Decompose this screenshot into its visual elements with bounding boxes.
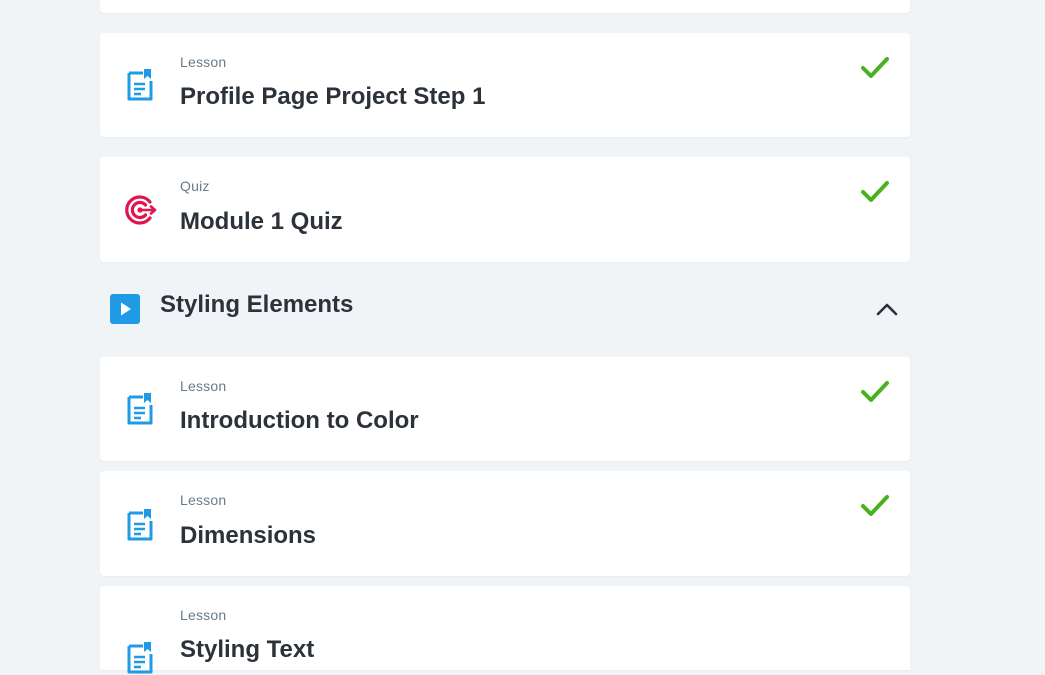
item-title[interactable]: Module 1 Quiz (180, 208, 343, 236)
check-icon (861, 381, 889, 402)
play-icon (110, 294, 140, 324)
lesson-doc-icon (122, 506, 158, 542)
lesson-doc-icon (122, 66, 158, 102)
quiz-target-icon (122, 192, 158, 228)
item-title[interactable]: Styling Text (180, 636, 314, 664)
section-title: Styling Elements (160, 291, 354, 318)
check-icon (861, 495, 889, 516)
section-header-styling-elements[interactable]: Styling Elements (100, 283, 910, 333)
lesson-item-card[interactable]: Lesson Profile Page Project Step 1 (100, 33, 910, 137)
check-icon (861, 181, 889, 202)
item-title[interactable]: Profile Page Project Step 1 (180, 83, 485, 111)
item-type-label: Lesson (180, 378, 227, 394)
item-type-label: Lesson (180, 607, 227, 623)
item-type-label: Lesson (180, 54, 227, 70)
item-title[interactable]: Introduction to Color (180, 407, 419, 435)
lesson-item-card[interactable]: Lesson Introduction to Color (100, 357, 910, 461)
check-icon (861, 57, 889, 78)
previous-item-card[interactable] (100, 0, 910, 13)
item-title[interactable]: Dimensions (180, 522, 316, 550)
item-type-label: Lesson (180, 492, 227, 508)
lesson-item-card[interactable]: Lesson Styling Text (100, 586, 910, 674)
lesson-item-card[interactable]: Lesson Dimensions (100, 471, 910, 576)
quiz-item-card[interactable]: Quiz Module 1 Quiz (100, 157, 910, 262)
item-type-label: Quiz (180, 178, 210, 194)
lesson-doc-icon (122, 390, 158, 426)
chevron-up-icon[interactable] (874, 296, 900, 322)
